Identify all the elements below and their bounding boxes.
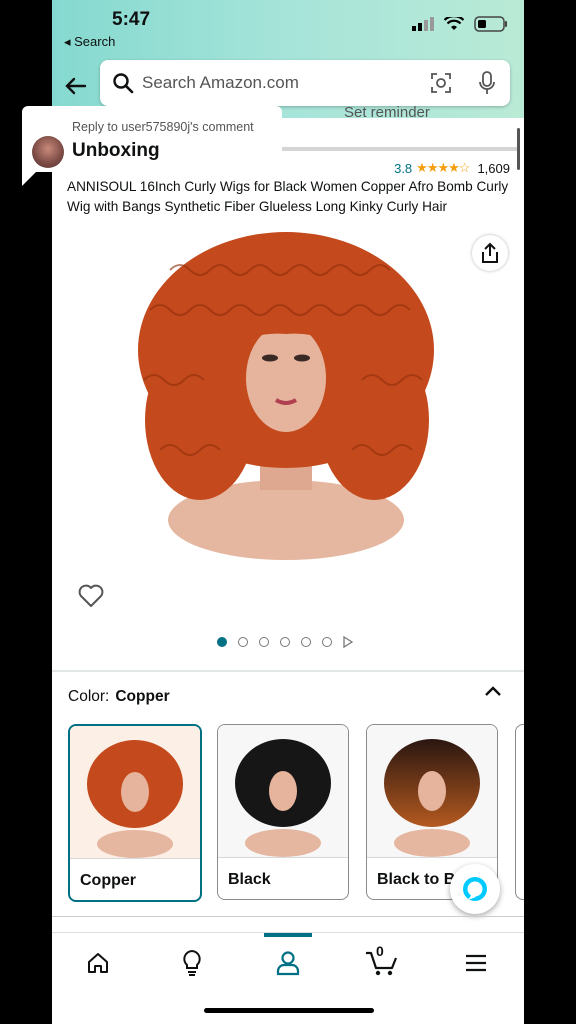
tab-menu[interactable] bbox=[456, 945, 496, 981]
color-option-black[interactable]: Black bbox=[217, 724, 349, 900]
wig-thumbnail bbox=[235, 739, 331, 857]
color-option-partial[interactable] bbox=[515, 724, 524, 900]
swatch-separator bbox=[218, 857, 348, 858]
bottom-separator bbox=[52, 916, 524, 917]
header: 5:47 ◂ Search bbox=[52, 0, 524, 118]
home-indicator[interactable] bbox=[204, 1008, 374, 1013]
swatch-separator bbox=[70, 858, 200, 859]
cart-count: 0 bbox=[376, 943, 384, 959]
back-app-label: Search bbox=[74, 34, 116, 49]
back-to-app-link[interactable]: ◂ Search bbox=[64, 34, 115, 50]
lightbulb-icon bbox=[183, 949, 201, 976]
product-title: ANNISOUL 16Inch Curly Wigs for Black Wom… bbox=[67, 179, 509, 214]
alexa-icon bbox=[463, 877, 487, 901]
comment-title: Unboxing bbox=[72, 140, 160, 161]
heart-icon[interactable] bbox=[78, 584, 104, 608]
color-label: Color: bbox=[68, 688, 110, 705]
section-divider bbox=[52, 670, 524, 672]
comment-bubble-tail bbox=[22, 170, 38, 186]
carousel-dot[interactable] bbox=[238, 637, 248, 647]
account-icon bbox=[276, 951, 300, 976]
share-icon bbox=[482, 242, 498, 263]
home-icon bbox=[88, 953, 108, 973]
status-icons bbox=[412, 16, 508, 32]
color-option-label: Black to B bbox=[377, 871, 456, 888]
carousel-dot[interactable] bbox=[280, 637, 290, 647]
carousel-dot[interactable] bbox=[217, 637, 227, 647]
camera-scan-icon[interactable] bbox=[430, 72, 452, 94]
wig-thumbnail bbox=[384, 739, 480, 857]
color-selector-header[interactable]: Color: Copper bbox=[68, 688, 170, 706]
search-bar[interactable] bbox=[100, 60, 510, 106]
avatar bbox=[32, 136, 64, 168]
signal-icon bbox=[412, 17, 434, 31]
chevron-up-icon[interactable] bbox=[484, 684, 502, 698]
rating-value: 3.8 bbox=[394, 160, 413, 176]
swatch-image bbox=[70, 726, 200, 858]
set-reminder-link[interactable]: Set reminder bbox=[344, 104, 430, 121]
microphone-icon[interactable] bbox=[478, 71, 496, 95]
back-arrow-icon[interactable] bbox=[64, 74, 88, 98]
comment-reply-overlay[interactable]: Reply to user575890j's comment Unboxing bbox=[22, 106, 282, 172]
tab-cart[interactable]: 0 bbox=[362, 943, 402, 981]
tab-home[interactable] bbox=[78, 945, 118, 981]
swatch-separator bbox=[367, 857, 497, 858]
image-carousel-dots[interactable] bbox=[217, 636, 353, 648]
carousel-dot[interactable] bbox=[259, 637, 269, 647]
battery-icon bbox=[474, 16, 507, 32]
color-option-label: Black bbox=[228, 871, 271, 888]
tab-inspire[interactable] bbox=[172, 945, 212, 981]
swatch-image bbox=[218, 725, 348, 857]
rating-row[interactable]: 3.8 ★★★★☆ 1,609 bbox=[394, 160, 510, 176]
color-option-copper[interactable]: Copper bbox=[68, 724, 202, 902]
play-video-icon[interactable] bbox=[343, 636, 353, 648]
carousel-dot[interactable] bbox=[301, 637, 311, 647]
product-image[interactable] bbox=[130, 230, 442, 560]
status-time: 5:47 bbox=[112, 9, 151, 30]
swatch-image bbox=[367, 725, 497, 857]
rating-count: 1,609 bbox=[477, 160, 510, 176]
carousel-dot[interactable] bbox=[322, 637, 332, 647]
reply-to-label: Reply to user575890j's comment bbox=[72, 120, 254, 134]
menu-icon bbox=[466, 954, 486, 972]
alexa-button[interactable] bbox=[450, 864, 500, 914]
scroll-indicator bbox=[517, 128, 520, 170]
progress-line bbox=[282, 147, 518, 151]
color-option-label: Copper bbox=[80, 872, 136, 889]
active-tab-indicator bbox=[264, 933, 312, 937]
selected-color: Copper bbox=[115, 688, 170, 705]
search-icon bbox=[113, 73, 134, 94]
wifi-icon bbox=[444, 17, 464, 30]
wig-thumbnail bbox=[87, 740, 183, 858]
search-input[interactable] bbox=[140, 72, 430, 94]
star-rating-icon: ★★★★☆ bbox=[416, 160, 470, 175]
tab-account[interactable] bbox=[268, 945, 308, 981]
share-button[interactable] bbox=[472, 235, 508, 271]
